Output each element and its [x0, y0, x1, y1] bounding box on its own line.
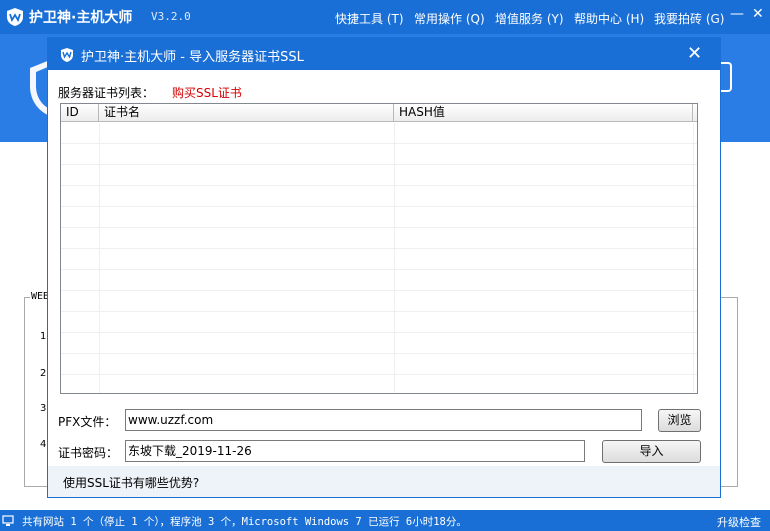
empty-row — [61, 270, 697, 291]
pfx-file-input[interactable]: www.uzzf.com — [125, 409, 642, 431]
dialog-close-button[interactable]: ✕ — [687, 43, 702, 64]
menu-value-services[interactable]: 增值服务 (Y) — [495, 10, 564, 27]
empty-row — [61, 186, 697, 207]
empty-row — [61, 165, 697, 186]
grid-line — [394, 123, 395, 393]
empty-row — [61, 207, 697, 228]
empty-row — [61, 375, 697, 393]
background-row-number: 2 — [40, 368, 47, 379]
grid-line — [693, 123, 694, 393]
column-header-hash[interactable]: HASH值 — [394, 104, 693, 122]
minimize-button[interactable]: — — [730, 6, 744, 22]
cert-list-view[interactable]: ID 证书名 HASH值 — [60, 103, 698, 394]
empty-row — [61, 312, 697, 333]
menu-help-center[interactable]: 帮助中心 (H) — [574, 10, 644, 27]
upgrade-check-link[interactable]: 升级检查 — [717, 514, 761, 530]
status-monitor-icon — [2, 515, 14, 526]
background-row-number: 3 — [40, 403, 47, 414]
app-titlebar: 护卫神·主机大师 V3.2.0 快捷工具 (T) 常用操作 (Q) 增值服务 (… — [0, 0, 770, 34]
empty-row — [61, 249, 697, 270]
menu-common-ops[interactable]: 常用操作 (Q) — [414, 10, 485, 27]
empty-row — [61, 144, 697, 165]
empty-row — [61, 228, 697, 249]
import-button[interactable]: 导入 — [602, 440, 701, 463]
app-close-button[interactable]: ✕ — [752, 6, 764, 22]
empty-row — [61, 123, 697, 144]
menu-quick-tools[interactable]: 快捷工具 (T) — [335, 10, 404, 27]
background-row-number: 4 — [40, 439, 47, 450]
cert-password-label: 证书密码： — [58, 446, 119, 460]
cert-list-label: 服务器证书列表： — [58, 86, 155, 100]
column-header-cert-name[interactable]: 证书名 — [99, 104, 394, 122]
grid-line — [99, 123, 100, 393]
status-bar: 共有网站 1 个（停止 1 个），程序池 3 个，Microsoft Windo… — [0, 510, 770, 531]
cert-list-header: ID 证书名 HASH值 — [61, 104, 697, 122]
dialog-title: 护卫神·主机大师 - 导入服务器证书SSL — [81, 50, 304, 65]
pfx-file-label: PFX文件： — [58, 415, 117, 429]
empty-row — [61, 354, 697, 375]
menu-feedback[interactable]: 我要拍砖 (G) — [654, 10, 724, 27]
dialog-footer: 使用SSL证书有哪些优势? — [48, 466, 720, 497]
empty-row — [61, 291, 697, 312]
app-version: V3.2.0 — [151, 10, 191, 23]
cert-list-body — [61, 123, 697, 393]
import-ssl-dialog: 护卫神·主机大师 - 导入服务器证书SSL ✕ 服务器证书列表： 购买SSL证书… — [47, 37, 721, 498]
empty-row — [61, 333, 697, 354]
background-row-number: 1 — [40, 331, 47, 342]
cert-password-input[interactable]: 东坡下载_2019-11-26 — [125, 440, 585, 462]
ssl-advantage-link[interactable]: 使用SSL证书有哪些优势? — [63, 474, 199, 491]
app-title: 护卫神·主机大师 — [29, 10, 133, 26]
dialog-logo-icon — [61, 48, 73, 62]
app-logo-icon — [7, 8, 23, 26]
buy-ssl-link[interactable]: 购买SSL证书 — [172, 84, 242, 101]
column-header-id[interactable]: ID — [61, 104, 99, 122]
status-text: 共有网站 1 个（停止 1 个），程序池 3 个，Microsoft Windo… — [22, 516, 467, 528]
browse-button[interactable]: 浏览 — [658, 409, 701, 432]
dialog-titlebar: 护卫神·主机大师 - 导入服务器证书SSL ✕ — [48, 38, 720, 70]
